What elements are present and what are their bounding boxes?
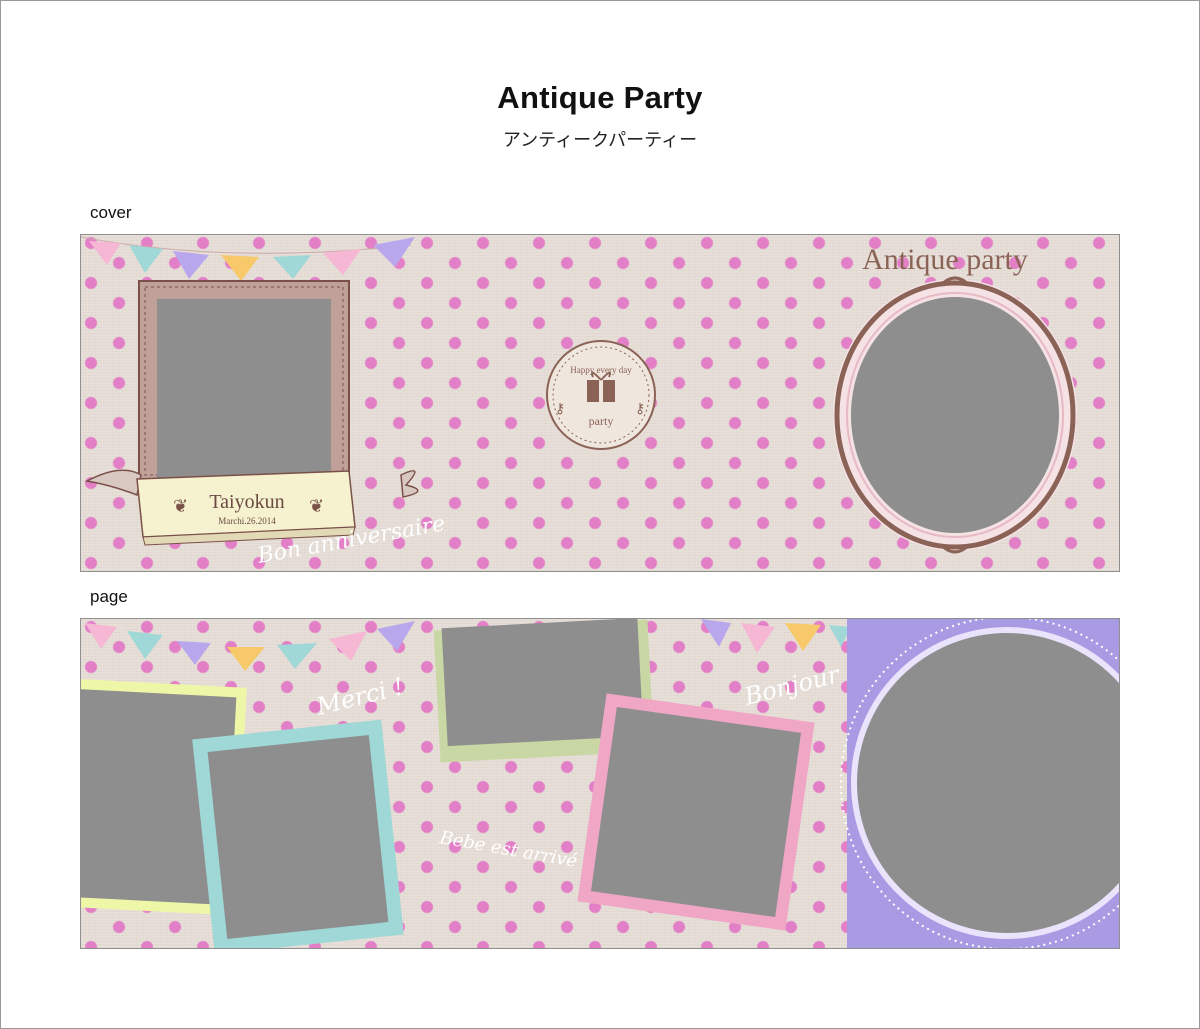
cover-photo-frame — [138, 280, 350, 482]
cover-panel[interactable]: Taiyokun Marchi.26.2014 ❦ ❦ Bon annivers… — [80, 234, 1120, 572]
page-photo-2[interactable] — [207, 735, 389, 939]
page-title: Antique Party — [497, 80, 703, 115]
page-frame-lavender — [840, 619, 1119, 948]
cover-photo-oval[interactable] — [851, 297, 1059, 533]
cover-label: cover — [90, 203, 132, 222]
page-script-bebe: Bebe est arrivé — [437, 827, 579, 872]
page-script-merci: Merci ! — [313, 672, 407, 721]
page-script-bonjour: Bonjour — [741, 660, 844, 711]
cover-bunting — [81, 236, 415, 281]
page-subtitle: アンティークパーティー — [502, 130, 698, 150]
page-artwork: Merci ! Bebe est arrivé Bonjour — [81, 619, 1119, 948]
cover-photo-left[interactable] — [157, 299, 331, 479]
emblem-arc-text: Happy every day — [570, 365, 632, 375]
cover-artwork: Taiyokun Marchi.26.2014 ❦ ❦ Bon annivers… — [81, 236, 1077, 569]
page-bunting-right — [701, 619, 851, 653]
cover-name-text: Taiyokun — [209, 491, 284, 513]
fleur-left-icon: ❦ — [173, 496, 188, 517]
page-frame-pink — [577, 693, 815, 931]
fleur-right-icon: ❦ — [309, 496, 324, 517]
cover-date-text: Marchi.26.2014 — [218, 516, 276, 526]
key-right-icon: ⚷ — [635, 401, 645, 417]
page-label: page — [90, 587, 128, 606]
page-photo-4[interactable] — [590, 706, 802, 918]
cover-heading: Antique party — [862, 243, 1028, 276]
cover-oval-frame — [833, 276, 1077, 554]
page-panel[interactable]: Merci ! Bebe est arrivé Bonjour — [80, 618, 1120, 949]
cover-emblem: Happy every day party ⚷ ⚷ — [546, 340, 656, 450]
page-frame-teal — [192, 719, 404, 948]
page-bunting-left — [85, 621, 415, 671]
emblem-center-text: party — [589, 414, 614, 428]
key-left-icon: ⚷ — [555, 401, 565, 417]
